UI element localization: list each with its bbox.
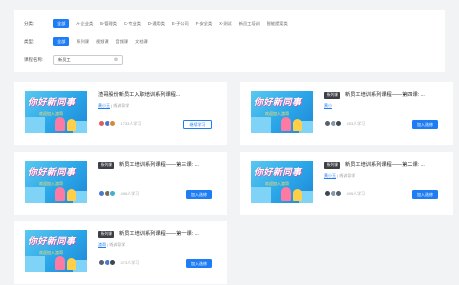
thumbnail-headline: 你好新同事 xyxy=(28,236,76,246)
course-name-label: 课程名称: xyxy=(24,56,44,62)
type-option[interactable]: 文档课 xyxy=(135,37,148,46)
course-title[interactable]: 渣哥股份新员工入职培训系列课程... xyxy=(98,92,180,99)
category-option[interactable]: 智能提案类 xyxy=(267,19,288,28)
course-title[interactable]: 新员工培训系列课程——第四课: ... xyxy=(345,92,425,99)
category-option-all[interactable]: 全部 xyxy=(53,19,70,28)
category-filter-row: 分类: 全部 A-企业类 B-管理类 C-专业类 D-通用类 E-子公司 F-安… xyxy=(24,18,295,29)
filter-panel: 分类: 全部 A-企业类 B-管理类 C-专业类 D-通用类 E-子公司 F-安… xyxy=(14,10,445,72)
course-thumbnail[interactable]: 你好新同事 欢迎加入渣哥 xyxy=(251,161,313,203)
category-option[interactable]: C-专业类 xyxy=(124,19,141,28)
add-elective-button[interactable]: 加入选修 xyxy=(412,120,438,129)
category-option[interactable]: D-通用类 xyxy=(148,19,165,28)
type-label: 类型: xyxy=(24,38,35,44)
avatar xyxy=(109,259,116,266)
type-option-all[interactable]: 全部 xyxy=(53,37,70,46)
course-title[interactable]: 新员工培训系列课程——第三课: ... xyxy=(119,162,199,169)
course-meta: 黄小玉 | 线训导学 xyxy=(324,173,356,178)
series-badge: 系列课 xyxy=(98,162,115,169)
thumbnail-subline: 欢迎加入渣哥 xyxy=(39,111,63,116)
course-thumbnail[interactable]: 你好新同事 欢迎加入渣哥 xyxy=(251,91,313,133)
learner-avatars: 495人学习 xyxy=(324,190,365,197)
category-label: 分类: xyxy=(24,20,35,26)
course-meta: 黄小玉 | 线训导学 xyxy=(98,103,130,108)
course-title[interactable]: 新员工培训系列课程——第二课: ... xyxy=(345,162,425,169)
add-elective-button[interactable]: 加入选修 xyxy=(186,259,212,268)
learner-avatars: 1733人学习 xyxy=(98,120,141,127)
category-option[interactable]: F-安全类 xyxy=(196,19,213,28)
add-elective-button[interactable]: 加入选修 xyxy=(412,190,438,199)
category-option[interactable]: X-测试 xyxy=(219,19,232,28)
learner-count: 453人学习 xyxy=(346,120,366,126)
course-search-input[interactable]: 新员工 ⊗ xyxy=(53,54,123,65)
course-author[interactable]: 渣哥 xyxy=(98,242,106,247)
category-option[interactable]: 新员工培训 xyxy=(239,19,260,28)
type-filter-row: 类型: 全部 系列课 视频课 音频课 文档课 xyxy=(24,36,155,47)
thumbnail-headline: 你好新同事 xyxy=(254,97,302,107)
course-author[interactable]: 黄小玉 xyxy=(98,103,110,108)
thumbnail-headline: 你好新同事 xyxy=(254,167,302,177)
thumbnail-subline: 欢迎加入渣哥 xyxy=(265,181,289,186)
learner-avatars: 496人学习 xyxy=(98,190,139,197)
clear-icon[interactable]: ⊗ xyxy=(114,57,118,63)
series-badge: 系列课 xyxy=(98,231,115,238)
thumbnail-headline: 你好新同事 xyxy=(28,97,76,107)
course-author[interactable]: 黄小 xyxy=(324,103,332,108)
avatar xyxy=(109,120,116,127)
learner-count: 473人学习 xyxy=(120,259,140,265)
thumbnail-subline: 欢迎加入渣哥 xyxy=(265,111,289,116)
category-option[interactable]: A-企业类 xyxy=(76,19,93,28)
thumbnail-headline: 你好新同事 xyxy=(28,167,76,177)
search-value: 新员工 xyxy=(58,56,71,62)
course-meta: 黄小 xyxy=(324,103,332,109)
course-thumbnail[interactable]: 你好新同事 欢迎加入渣哥 xyxy=(25,161,87,203)
course-title[interactable]: 新员工培训系列课程——第一课: ... xyxy=(119,231,199,238)
avatar xyxy=(335,120,342,127)
series-badge: 系列课 xyxy=(324,162,341,169)
avatar xyxy=(109,190,116,197)
course-card[interactable]: 你好新同事 欢迎加入渣哥 系列课 新员工培训系列课程——第四课: ... 黄小 … xyxy=(240,82,453,145)
type-option[interactable]: 音频课 xyxy=(116,37,129,46)
avatar xyxy=(335,190,342,197)
learner-count: 496人学习 xyxy=(120,190,140,196)
learner-avatars: 453人学习 xyxy=(324,120,365,127)
category-option[interactable]: E-子公司 xyxy=(172,19,189,28)
course-card[interactable]: 你好新同事 欢迎加入渣哥 系列课 新员工培训系列课程——第三课: ... 496… xyxy=(14,152,227,215)
learner-count: 495人学习 xyxy=(346,190,366,196)
course-thumbnail[interactable]: 你好新同事 欢迎加入渣哥 xyxy=(25,230,87,272)
thumbnail-subline: 欢迎加入渣哥 xyxy=(39,181,63,186)
thumbnail-subline: 欢迎加入渣哥 xyxy=(39,250,63,255)
course-card[interactable]: 你好新同事 欢迎加入渣哥 系列课 新员工培训系列课程——第二课: ... 黄小玉… xyxy=(240,152,453,215)
course-name-row: 课程名称: 新员工 ⊗ xyxy=(24,54,123,65)
course-meta: 渣哥 | 线训导学 xyxy=(98,242,126,247)
continue-learning-button[interactable]: 继续学习 xyxy=(183,120,212,129)
type-option[interactable]: 系列课 xyxy=(76,37,89,46)
course-thumbnail[interactable]: 你好新同事 欢迎加入渣哥 xyxy=(25,91,87,133)
learner-count: 1733人学习 xyxy=(120,120,142,126)
course-card[interactable]: 你好新同事 欢迎加入渣哥 系列课 新员工培训系列课程——第一课: ... 渣哥 … xyxy=(14,221,227,284)
course-author[interactable]: 黄小玉 xyxy=(324,173,336,178)
series-badge: 系列课 xyxy=(324,92,341,99)
learner-avatars: 473人学习 xyxy=(98,259,139,266)
add-elective-button[interactable]: 加入选修 xyxy=(186,190,212,199)
type-option[interactable]: 视频课 xyxy=(96,37,109,46)
category-option[interactable]: B-管理类 xyxy=(100,19,117,28)
course-card[interactable]: 你好新同事 欢迎加入渣哥 渣哥股份新员工入职培训系列课程... 黄小玉 | 线训… xyxy=(14,82,227,145)
